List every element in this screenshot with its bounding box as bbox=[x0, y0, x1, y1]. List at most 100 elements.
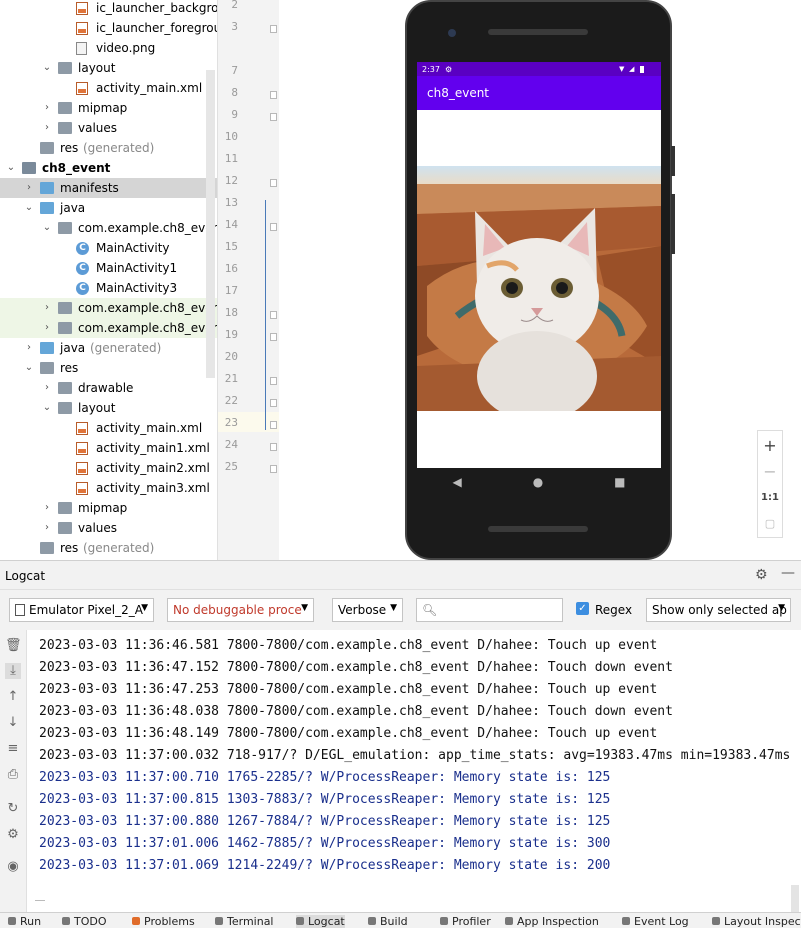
zoom-in-button[interactable]: + bbox=[758, 433, 782, 459]
zoom-fit-icon[interactable]: ▢ bbox=[758, 511, 782, 537]
tree-item[interactable]: C MainActivity3 bbox=[0, 278, 217, 298]
chevron-right-icon[interactable]: › bbox=[42, 103, 52, 113]
tree-item[interactable]: res (generated) bbox=[0, 538, 217, 558]
emulator-screen[interactable]: 2:37 ⚙ ▼ ◢ ch8_event bbox=[417, 62, 661, 468]
chevron-right-icon[interactable]: › bbox=[42, 303, 52, 313]
chevron-right-icon[interactable]: › bbox=[42, 523, 52, 533]
log-line[interactable]: 2023-03-03 11:36:46.581 7800-7800/com.ex… bbox=[39, 638, 657, 653]
fold-marker-icon[interactable] bbox=[270, 179, 277, 187]
tree-item[interactable]: › java (generated) bbox=[0, 338, 217, 358]
zoom-out-button[interactable]: − bbox=[758, 459, 782, 485]
tree-item[interactable]: ›com.example.ch8_event( bbox=[0, 298, 217, 318]
filter-selector[interactable]: Show only selected ap ▼ bbox=[646, 598, 791, 622]
log-vertical-scrollbar[interactable] bbox=[791, 885, 799, 912]
recents-icon[interactable]: ■ bbox=[614, 475, 625, 489]
settings-icon[interactable]: ⚙ bbox=[5, 827, 21, 843]
chevron-down-icon[interactable]: ⌄ bbox=[24, 203, 34, 213]
tree-item[interactable]: ⌄ java bbox=[0, 198, 217, 218]
chevron-down-icon[interactable]: ⌄ bbox=[42, 63, 52, 73]
fold-marker-icon[interactable] bbox=[270, 421, 277, 429]
chevron-down-icon[interactable]: ⌄ bbox=[42, 223, 52, 233]
tree-item[interactable]: › manifests bbox=[0, 178, 217, 198]
tool-tab-problems[interactable]: Problems bbox=[132, 915, 195, 928]
chevron-right-icon[interactable]: › bbox=[24, 183, 34, 193]
fold-marker-icon[interactable] bbox=[270, 91, 277, 99]
settings-gear-icon[interactable]: ⚙ bbox=[755, 567, 768, 583]
tree-item[interactable]: › mipmap bbox=[0, 498, 217, 518]
back-icon[interactable]: ◀ bbox=[452, 475, 461, 489]
tree-item[interactable]: ic_launcher_foreground bbox=[0, 18, 217, 38]
print-icon[interactable]: ⎙ bbox=[5, 767, 21, 783]
tool-tab-app-inspection[interactable]: App Inspection bbox=[505, 915, 599, 928]
down-arrow-icon[interactable]: ↓ bbox=[5, 715, 21, 731]
fold-marker-icon[interactable] bbox=[270, 113, 277, 121]
process-selector[interactable]: No debuggable proce ▼ bbox=[167, 598, 314, 622]
fold-marker-icon[interactable] bbox=[270, 443, 277, 451]
log-line[interactable]: 2023-03-03 11:37:00.710 1765-2285/? W/Pr… bbox=[39, 770, 610, 785]
restart-icon[interactable]: ↻ bbox=[5, 801, 21, 817]
tree-item[interactable]: activity_main.xml bbox=[0, 78, 217, 98]
fold-marker-icon[interactable] bbox=[270, 311, 277, 319]
logcat-output[interactable]: 2023-03-03 11:36:46.581 7800-7800/com.ex… bbox=[27, 630, 801, 912]
log-horizontal-scrollbar[interactable] bbox=[35, 900, 45, 906]
tool-tab-run[interactable]: Run bbox=[8, 915, 41, 928]
search-input[interactable]: 🔍︎ bbox=[416, 598, 563, 622]
tool-tab-todo[interactable]: TODO bbox=[62, 915, 107, 928]
chevron-right-icon[interactable]: › bbox=[42, 503, 52, 513]
tree-item[interactable]: ⌄ ch8_event bbox=[0, 158, 217, 178]
fold-marker-icon[interactable] bbox=[270, 399, 277, 407]
chevron-right-icon[interactable]: › bbox=[42, 383, 52, 393]
tool-tab-build[interactable]: Build bbox=[368, 915, 408, 928]
fold-marker-icon[interactable] bbox=[270, 25, 277, 33]
tool-tab-logcat[interactable]: Logcat bbox=[296, 915, 345, 928]
minimize-icon[interactable]: — bbox=[781, 565, 795, 581]
tree-item[interactable]: ⌄ layout bbox=[0, 58, 217, 78]
log-line[interactable]: 2023-03-03 11:36:48.149 7800-7800/com.ex… bbox=[39, 726, 657, 741]
device-selector[interactable]: Emulator Pixel_2_A ▼ bbox=[9, 598, 154, 622]
chevron-down-icon[interactable]: ⌄ bbox=[42, 403, 52, 413]
fold-marker-icon[interactable] bbox=[270, 465, 277, 473]
fold-marker-icon[interactable] bbox=[270, 333, 277, 341]
log-line[interactable]: 2023-03-03 11:37:00.032 718-917/? D/EGL_… bbox=[39, 748, 790, 763]
log-level-selector[interactable]: Verbose ▼ bbox=[332, 598, 403, 622]
tree-item[interactable]: › values bbox=[0, 118, 217, 138]
tool-tab-layout-inspect[interactable]: Layout Inspect bbox=[712, 915, 801, 928]
log-line[interactable]: 2023-03-03 11:36:47.152 7800-7800/com.ex… bbox=[39, 660, 673, 675]
tree-item[interactable]: activity_main.xml bbox=[0, 418, 217, 438]
tool-tab-terminal[interactable]: Terminal bbox=[215, 915, 274, 928]
log-line[interactable]: 2023-03-03 11:37:01.069 1214-2249/? W/Pr… bbox=[39, 858, 610, 873]
fold-marker-icon[interactable] bbox=[270, 377, 277, 385]
tree-scrollbar[interactable] bbox=[206, 70, 215, 378]
log-line[interactable]: 2023-03-03 11:36:47.253 7800-7800/com.ex… bbox=[39, 682, 657, 697]
tree-item[interactable]: C MainActivity1 bbox=[0, 258, 217, 278]
log-line[interactable]: 2023-03-03 11:37:01.006 1462-7885/? W/Pr… bbox=[39, 836, 610, 851]
tree-item[interactable]: C MainActivity bbox=[0, 238, 217, 258]
tree-item[interactable]: res (generated) bbox=[0, 138, 217, 158]
tree-item[interactable]: ⌄ res bbox=[0, 358, 217, 378]
log-line[interactable]: 2023-03-03 11:36:48.038 7800-7800/com.ex… bbox=[39, 704, 673, 719]
log-line[interactable]: 2023-03-03 11:37:00.815 1303-7883/? W/Pr… bbox=[39, 792, 610, 807]
log-line[interactable]: 2023-03-03 11:37:00.880 1267-7884/? W/Pr… bbox=[39, 814, 610, 829]
fold-marker-icon[interactable] bbox=[270, 223, 277, 231]
soft-wrap-icon[interactable]: ≡ bbox=[5, 741, 21, 757]
tree-item[interactable]: ic_launcher_background bbox=[0, 0, 217, 18]
tool-tab-event-log[interactable]: Event Log bbox=[622, 915, 689, 928]
regex-checkbox[interactable]: ✓ bbox=[576, 602, 589, 615]
tree-item[interactable]: ›com.example.ch8_event( bbox=[0, 318, 217, 338]
zoom-actual-size-button[interactable]: 1:1 bbox=[758, 485, 782, 511]
chevron-right-icon[interactable]: › bbox=[24, 343, 34, 353]
chevron-down-icon[interactable]: ⌄ bbox=[6, 163, 16, 173]
tree-item[interactable]: ⌄ layout bbox=[0, 398, 217, 418]
scroll-to-end-icon[interactable]: ⤓ bbox=[5, 663, 21, 679]
tree-item[interactable]: activity_main2.xml bbox=[0, 458, 217, 478]
tree-item[interactable]: › mipmap bbox=[0, 98, 217, 118]
tree-item[interactable]: activity_main1.xml bbox=[0, 438, 217, 458]
up-arrow-icon[interactable]: ↑ bbox=[5, 689, 21, 705]
power-button[interactable] bbox=[671, 146, 675, 176]
tree-item[interactable]: › values bbox=[0, 518, 217, 538]
chevron-down-icon[interactable]: ⌄ bbox=[24, 363, 34, 373]
tree-item[interactable]: activity_main3.xml bbox=[0, 478, 217, 498]
tree-item[interactable]: › drawable bbox=[0, 378, 217, 398]
tree-item[interactable]: ⌄ com.example.ch8_event bbox=[0, 218, 217, 238]
volume-button[interactable] bbox=[671, 194, 675, 254]
